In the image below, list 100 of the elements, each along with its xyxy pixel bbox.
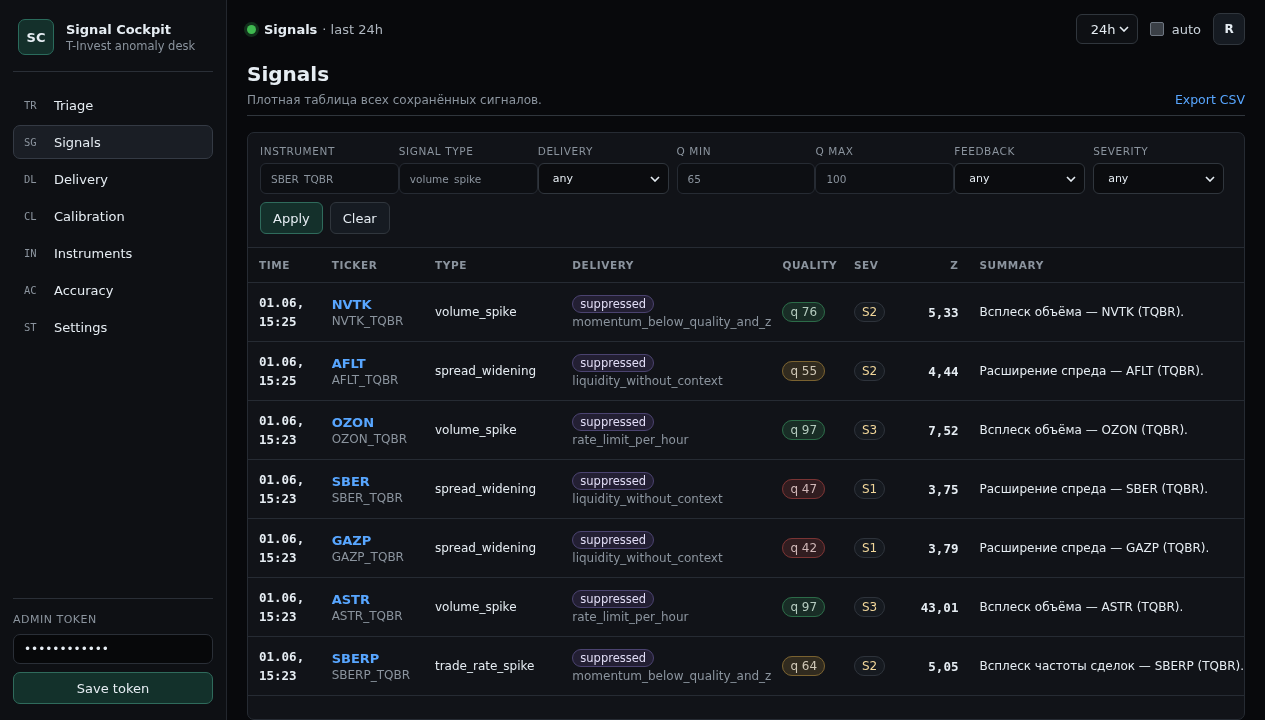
- summary-text: Всплеск объёма — ASTR (TQBR).: [979, 600, 1184, 614]
- caret-icon: [1205, 175, 1216, 182]
- ticker-link[interactable]: SBERP: [331, 650, 380, 666]
- ticker-link[interactable]: ASTR: [331, 591, 370, 607]
- delivery-badge: suppressed: [572, 413, 655, 431]
- severity-badge: S3: [853, 420, 886, 440]
- type-text: spread_widening: [434, 541, 537, 555]
- time-cell-text: 01.06, 15:25: [259, 353, 306, 390]
- summary-text: Всплеск объёма — OZON (TQBR).: [979, 423, 1188, 437]
- reason-text: rate_limit_per_hour: [572, 433, 689, 447]
- summary-text: Расширение спреда — AFLT (TQBR).: [979, 364, 1204, 378]
- page-title: Signals: [247, 62, 331, 86]
- summary-text: Всплеск объёма — NVTK (TQBR).: [979, 305, 1185, 319]
- auto-checkbox[interactable]: [1149, 22, 1164, 36]
- export-csv-link[interactable]: Export CSV: [1174, 92, 1245, 107]
- nav-item[interactable]: DL Delivery: [13, 162, 213, 196]
- token-label: ADMIN TOKEN: [13, 613, 98, 626]
- ticker-link[interactable]: OZON: [331, 414, 375, 430]
- nav-item[interactable]: ST Settings: [13, 310, 213, 344]
- ticker-link[interactable]: SBER: [331, 473, 370, 489]
- severity-badge: S1: [853, 479, 886, 499]
- breadcrumb-title: Signals: [264, 21, 318, 37]
- z-score: 4,44: [928, 363, 959, 379]
- instrument-text: SBERP_TQBR: [331, 667, 410, 682]
- nav-item[interactable]: IN Instruments: [13, 236, 213, 270]
- filter-label: SEVERITY: [1093, 145, 1150, 157]
- delivery-badge: suppressed: [572, 649, 655, 667]
- nav-item[interactable]: CL Calibration: [13, 199, 213, 233]
- delivery-badge: suppressed: [572, 295, 655, 313]
- apply-button[interactable]: Apply: [260, 202, 323, 234]
- reason-text: liquidity_without_context: [572, 374, 723, 388]
- z-score: 3,79: [928, 540, 959, 556]
- refresh-button[interactable]: R: [1213, 13, 1245, 45]
- ticker-link[interactable]: NVTK: [331, 296, 372, 312]
- quality-badge: q 55: [782, 361, 826, 381]
- instrument-text: GAZP_TQBR: [331, 549, 404, 564]
- delivery-badge: suppressed: [572, 354, 655, 372]
- filter-label: SIGNAL TYPE: [398, 145, 475, 157]
- filter-field[interactable]: 100: [815, 163, 955, 194]
- save-token-button[interactable]: Save token: [13, 672, 213, 704]
- filter-select[interactable]: any: [537, 163, 669, 194]
- reason-text: momentum_below_quality_and_z: [572, 315, 772, 329]
- time-cell-text: 01.06, 15:23: [259, 471, 306, 508]
- time-cell-text: 01.06, 15:23: [259, 648, 306, 685]
- delivery-badge: suppressed: [572, 531, 655, 549]
- caret-icon: [1118, 26, 1129, 32]
- column-header: SUMMARY: [968, 247, 1244, 283]
- app-subtitle: T-Invest anomaly desk: [66, 38, 196, 53]
- z-score: 7,52: [928, 422, 959, 438]
- z-score: 43,01: [920, 599, 959, 615]
- instrument-text: NVTK_TQBR: [331, 313, 404, 328]
- ticker-link[interactable]: AFLT: [331, 355, 366, 371]
- clear-button[interactable]: Clear: [329, 202, 390, 234]
- severity-badge: S3: [853, 597, 886, 617]
- caret-icon: [649, 175, 660, 182]
- type-text: spread_widening: [434, 482, 537, 496]
- type-text: spread_widening: [434, 364, 537, 378]
- type-text: volume_spike: [434, 305, 517, 319]
- column-header: TYPE: [423, 247, 562, 283]
- column-header: TICKER: [320, 247, 424, 283]
- quality-badge: q 97: [782, 597, 826, 617]
- range-select[interactable]: 24h: [1075, 14, 1138, 44]
- severity-badge: S2: [853, 361, 886, 381]
- type-text: trade_rate_spike: [434, 659, 535, 673]
- instrument-text: SBER_TQBR: [331, 490, 403, 505]
- filter-label: DELIVERY: [537, 145, 595, 157]
- type-text: volume_spike: [434, 600, 517, 614]
- filter-field[interactable]: 65: [676, 163, 816, 194]
- caret-icon: [1066, 175, 1077, 182]
- reason-text: liquidity_without_context: [572, 551, 723, 565]
- severity-badge: S2: [853, 302, 886, 322]
- column-header: DELIVERY: [561, 247, 772, 283]
- nav-item[interactable]: SG Signals: [13, 125, 213, 159]
- time-cell-text: 01.06, 15:23: [259, 589, 306, 626]
- quality-badge: q 42: [782, 538, 826, 558]
- quality-badge: q 97: [782, 420, 826, 440]
- filter-label: Q MAX: [815, 145, 855, 157]
- filter-select[interactable]: any: [1093, 163, 1225, 194]
- quality-badge: q 64: [782, 656, 826, 676]
- z-score: 5,05: [928, 658, 959, 674]
- page-subtitle: Плотная таблица всех сохранённых сигналов.: [247, 93, 542, 107]
- z-score: 5,33: [928, 304, 959, 320]
- severity-badge: S1: [853, 538, 886, 558]
- severity-badge: S2: [853, 656, 886, 676]
- filter-select[interactable]: any: [954, 163, 1086, 194]
- app-title: Signal Cockpit: [66, 21, 172, 37]
- nav-item[interactable]: TR Triage: [13, 88, 213, 122]
- ticker-link[interactable]: GAZP: [331, 532, 372, 548]
- auto-label: auto: [1171, 21, 1201, 37]
- delivery-badge: suppressed: [572, 472, 655, 490]
- token-field[interactable]: ••••••••••••: [13, 634, 213, 664]
- delivery-badge: suppressed: [572, 590, 655, 608]
- quality-badge: q 76: [782, 302, 826, 322]
- filter-label: INSTRUMENT: [260, 145, 336, 157]
- quality-badge: q 47: [782, 479, 826, 499]
- reason-text: rate_limit_per_hour: [572, 610, 689, 624]
- filter-field[interactable]: volume_spike: [398, 163, 538, 194]
- nav-item[interactable]: AC Accuracy: [13, 273, 213, 307]
- filter-field[interactable]: SBER_TQBR: [260, 163, 399, 194]
- instrument-text: OZON_TQBR: [331, 431, 408, 446]
